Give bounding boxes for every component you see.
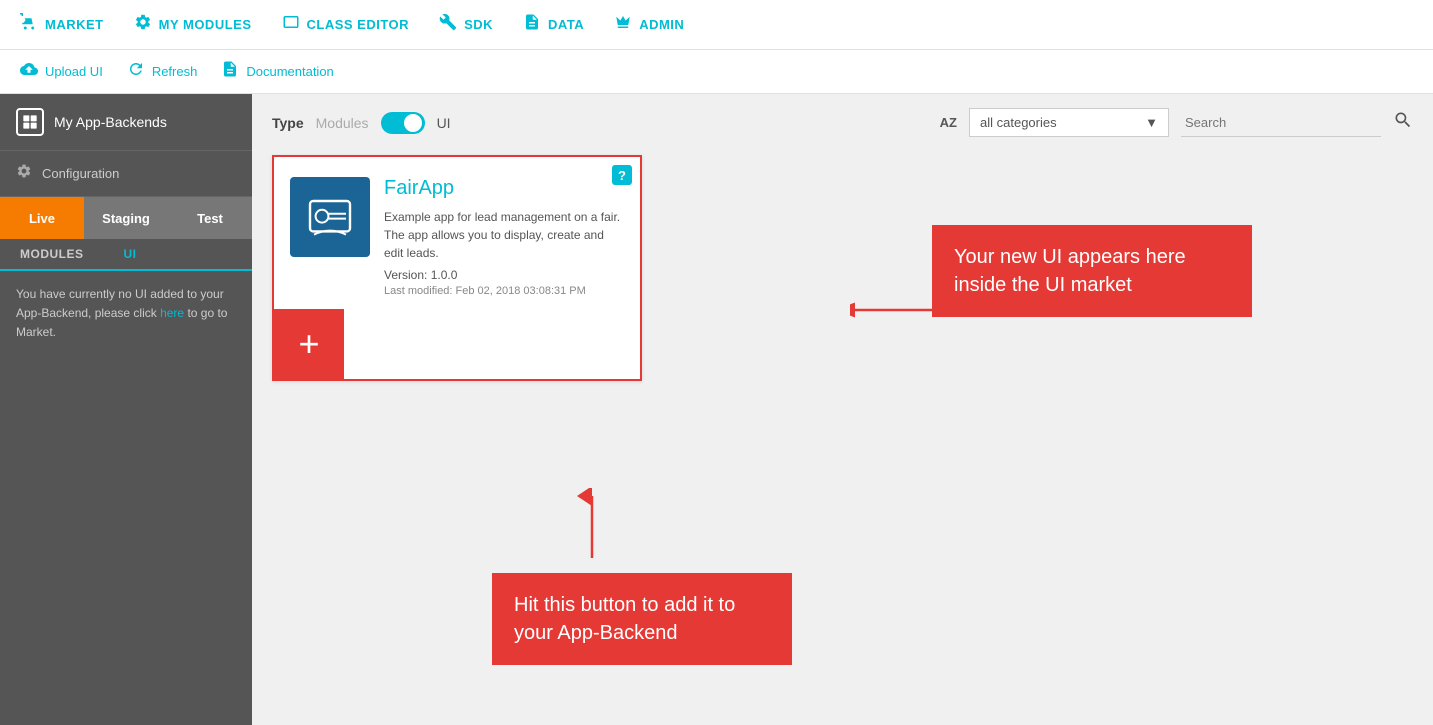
refresh-label: Refresh [152,64,198,79]
app-name: FairApp [384,177,624,200]
env-tab-staging[interactable]: Staging [84,197,168,239]
env-tab-test[interactable]: Test [168,197,252,239]
app-card-fairapp: ? FairApp Example app for lead ma [272,155,642,381]
app-last-modified: Last modified: Feb 02, 2018 03:08:31 PM [384,285,624,297]
documentation-label: Documentation [246,64,333,79]
type-label: Type [272,115,304,131]
upload-icon [20,60,38,83]
app-title-row: My App-Backends [0,94,252,151]
refresh-button[interactable]: Refresh [127,60,198,83]
add-button[interactable]: + [274,309,344,379]
nav-my-modules-label: MY MODULES [159,17,252,32]
market-icon [20,13,38,36]
env-tab-live[interactable]: Live [0,197,84,239]
nav-admin-label: ADMIN [639,17,684,32]
nav-class-editor[interactable]: CLASS EDITOR [282,13,410,36]
type-ui-label: UI [437,115,451,131]
app-description: Example app for lead management on a fai… [384,208,624,262]
nav-my-modules[interactable]: MY MODULES [134,13,252,36]
nav-sdk-label: SDK [464,17,493,32]
nav-class-editor-label: CLASS EDITOR [307,17,410,32]
refresh-icon [127,60,145,83]
toggle-knob [404,114,422,132]
top-nav: MARKET MY MODULES CLASS EDITOR SDK DATA … [0,0,1433,50]
sub-toolbar: Upload UI Refresh Documentation [0,50,1433,94]
sidebar-info: You have currently no UI added to your A… [0,271,252,357]
type-bar: Type Modules UI [272,112,451,134]
documentation-button[interactable]: Documentation [221,60,333,83]
dropdown-chevron-icon: ▼ [1145,115,1158,130]
nav-data[interactable]: DATA [523,13,584,36]
sdk-icon [439,13,457,36]
nav-market[interactable]: MARKET [20,13,104,36]
app-card-footer: + [274,309,640,379]
category-dropdown[interactable]: all categories ▼ [969,108,1169,137]
arrow-up [572,488,612,573]
app-version: Version: 1.0.0 [384,268,624,282]
cards-area: ? FairApp Example app for lead ma [252,145,1433,725]
app-title: My App-Backends [54,114,167,130]
nav-sdk[interactable]: SDK [439,13,493,36]
class-editor-icon [282,13,300,36]
search-icon[interactable] [1393,110,1413,135]
plus-icon: + [298,326,319,362]
modules-icon [134,13,152,36]
help-button[interactable]: ? [612,165,632,185]
app-icon [16,108,44,136]
env-tabs: Live Staging Test [0,197,252,239]
main-layout: My App-Backends Configuration Live Stagi… [0,94,1433,725]
type-modules-label: Modules [316,115,369,131]
config-label: Configuration [42,166,119,181]
callout-right: Your new UI appears here inside the UI m… [932,225,1252,317]
data-icon [523,13,541,36]
type-toggle[interactable] [381,112,425,134]
tab-modules[interactable]: MODULES [0,239,104,269]
tab-ui[interactable]: UI [104,239,157,271]
upload-ui-label: Upload UI [45,64,103,79]
content-area: Type Modules UI AZ all categories ▼ [252,94,1433,725]
documentation-icon [221,60,239,83]
sidebar: My App-Backends Configuration Live Stagi… [0,94,252,725]
market-link[interactable]: here [160,306,184,320]
upload-ui-button[interactable]: Upload UI [20,60,103,83]
app-card-image [290,177,370,257]
module-tabs: MODULES UI [0,239,252,271]
configuration-item[interactable]: Configuration [0,151,252,197]
nav-market-label: MARKET [45,17,104,32]
app-card-info: FairApp Example app for lead management … [384,177,624,297]
sort-az-icon: AZ [940,115,957,130]
config-icon [16,163,32,184]
callout-bottom: Hit this button to add it to your App-Ba… [492,573,792,665]
nav-admin[interactable]: ADMIN [614,13,684,36]
nav-data-label: DATA [548,17,584,32]
admin-icon [614,13,632,36]
filter-bar: AZ all categories ▼ [940,108,1413,137]
search-input[interactable] [1181,109,1381,137]
app-card-body: FairApp Example app for lead management … [274,157,640,309]
